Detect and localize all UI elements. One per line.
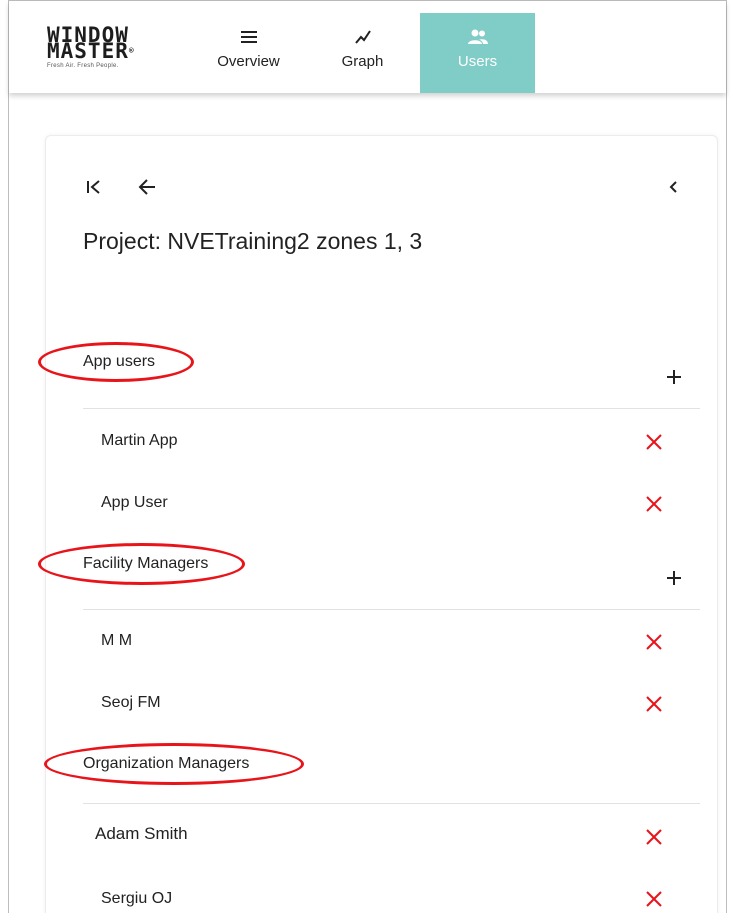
trend-icon bbox=[354, 30, 371, 44]
list-item-user: Adam Smith bbox=[95, 824, 188, 843]
close-icon bbox=[646, 496, 662, 512]
list-item-user: Seoj FM bbox=[101, 694, 161, 711]
logo-tagline: Fresh Air. Fresh People. bbox=[47, 63, 119, 69]
chevron-left-icon bbox=[669, 181, 677, 193]
page-title: Project: NVETraining2 zones 1, 3 bbox=[83, 228, 423, 254]
remove-user-button[interactable] bbox=[645, 495, 663, 518]
remove-user-button[interactable] bbox=[645, 433, 663, 456]
menu-icon bbox=[240, 31, 257, 43]
section-label-app-users: App users bbox=[83, 353, 156, 370]
add-facility-manager-button[interactable] bbox=[665, 569, 683, 592]
remove-user-button[interactable] bbox=[645, 695, 663, 718]
logo-word-2: MASTER® bbox=[47, 39, 135, 63]
tab-users[interactable]: Users bbox=[420, 13, 535, 93]
divider bbox=[83, 803, 700, 804]
section-label-facility-managers: Facility Managers bbox=[83, 555, 209, 572]
list-item-user: App User bbox=[101, 494, 168, 511]
people-icon bbox=[467, 29, 488, 44]
divider bbox=[83, 408, 700, 409]
section-label-organization-managers: Organization Managers bbox=[83, 755, 250, 772]
tab-users-label: Users bbox=[457, 53, 498, 70]
divider bbox=[83, 609, 700, 610]
collapse-button[interactable] bbox=[666, 178, 680, 201]
tab-overview[interactable]: Overview bbox=[191, 13, 306, 93]
tab-overview-label: Overview bbox=[217, 53, 280, 70]
arrow-left-icon bbox=[138, 179, 155, 195]
first-page-button[interactable] bbox=[85, 178, 103, 201]
first-page-icon bbox=[87, 180, 100, 194]
back-button[interactable] bbox=[137, 177, 157, 202]
plus-icon bbox=[667, 571, 681, 585]
remove-user-button[interactable] bbox=[645, 828, 663, 851]
list-item-user: Martin App bbox=[101, 432, 178, 449]
windowmaster-logo: WINDOW MASTER® Fresh Air. Fresh People. bbox=[47, 25, 177, 70]
close-icon bbox=[646, 829, 662, 845]
close-icon bbox=[646, 434, 662, 450]
remove-user-button[interactable] bbox=[645, 633, 663, 656]
tab-graph[interactable]: Graph bbox=[305, 13, 420, 93]
list-item-user: M M bbox=[101, 632, 133, 649]
close-icon bbox=[646, 891, 662, 907]
close-icon bbox=[646, 634, 662, 650]
list-item-user: Sergiu OJ bbox=[101, 890, 173, 907]
plus-icon bbox=[667, 370, 681, 384]
close-icon bbox=[646, 696, 662, 712]
add-app-user-button[interactable] bbox=[665, 368, 683, 391]
tab-graph-label: Graph bbox=[341, 53, 384, 70]
remove-user-button[interactable] bbox=[645, 890, 663, 913]
